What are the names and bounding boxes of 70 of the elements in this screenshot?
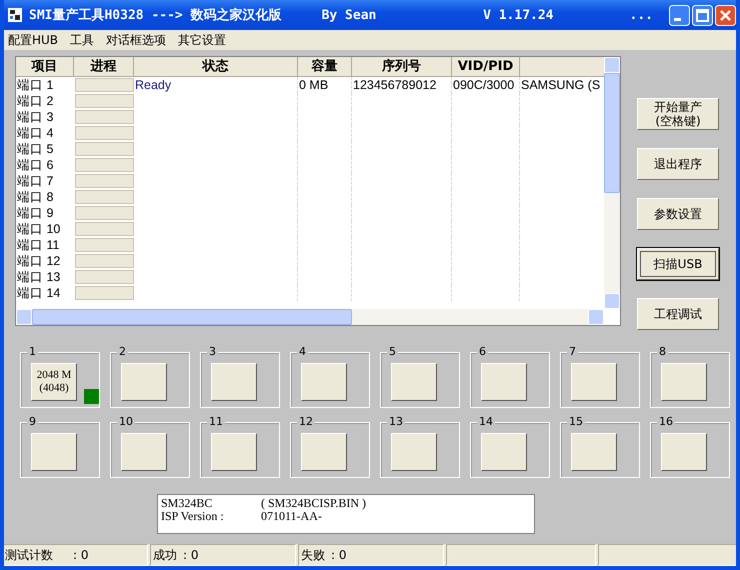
ellipsis-label: ... [630,8,653,22]
status-label: 失败 [301,546,325,564]
action-button[interactable]: 参数设置 [637,198,719,230]
menu-item[interactable]: 其它设置 [178,32,226,48]
port-button[interactable] [31,433,77,471]
status-label: 测试计数 [5,546,53,564]
table-cell: 0 MB [299,78,328,92]
status-label: 成功 [153,546,177,564]
table-cell-text: 端口 3 [16,109,54,125]
table-cell-text: 端口 7 [16,173,54,189]
port-button[interactable] [121,433,167,471]
status-value: : 0 [331,548,346,562]
column-header[interactable]: 进程 [74,57,134,77]
table-cell-text: 端口 10 [16,221,62,237]
author-label: By Sean [322,8,376,22]
version-label: V 1.17.24 [483,8,554,22]
table-cell-text: 端口 1 [16,77,54,93]
table-cell-text: 端口 12 [16,253,62,269]
menu-item[interactable]: 对话框选项 [106,32,166,48]
maximize-button[interactable] [692,4,713,26]
table-cell: Ready [135,78,172,92]
action-button[interactable]: 开始量产 (空格键) [637,98,719,130]
port-button[interactable] [301,363,347,401]
info-value: ( SM324BCISP.BIN ) [260,497,368,510]
window-title: SMI量产工具H0328 ---> 数码之家汉化版 [29,6,282,24]
port-button[interactable] [661,433,707,471]
table-cell: 090C/3000 [453,78,514,92]
column-header[interactable]: VID/PID [452,57,520,77]
table-cell-text: 端口 6 [16,157,54,173]
action-button[interactable]: 退出程序 [637,148,719,180]
status-value: : 0 [73,548,88,562]
port-button[interactable] [571,363,617,401]
port-button[interactable]: 2048 M (4048) [31,363,77,401]
table-cell-text: 端口 4 [16,125,54,141]
close-button[interactable] [715,4,736,26]
app-icon [7,7,23,23]
table-cell-text: 端口 8 [16,189,54,205]
table-cell: 123456789012 [353,78,436,92]
port-button[interactable] [391,363,437,401]
port-button[interactable] [481,363,527,401]
horizontal-scrollbar[interactable] [16,309,604,325]
info-label: ISP Version : [161,510,225,523]
column-header[interactable]: 状态 [134,57,298,77]
port-button[interactable] [121,363,167,401]
table-cell-text: 端口 5 [16,141,54,157]
table-cell-text: 端口 14 [16,285,62,301]
port-button[interactable] [481,433,527,471]
info-value: 071011-AA- [260,510,323,523]
status-value: : 0 [183,548,198,562]
table-cell: SAMSUNG (S [521,78,600,92]
action-button[interactable]: 扫描USB [637,248,719,280]
vertical-scrollbar[interactable] [604,57,620,309]
column-header[interactable]: 序列号 [352,57,452,77]
table-cell-text: 端口 2 [16,93,54,109]
port-button[interactable] [661,363,707,401]
info-label: SM324BC [161,497,214,510]
menu-item[interactable]: 配置HUB [8,32,58,48]
action-button[interactable]: 工程调试 [637,298,719,330]
table-cell-text: 端口 9 [16,205,54,221]
port-button[interactable] [571,433,617,471]
table-cell-text: 端口 13 [16,269,62,285]
minimize-button[interactable] [669,4,690,26]
table-cell-text: 端口 11 [16,237,60,253]
menu-item[interactable]: 工具 [70,32,94,48]
port-button[interactable] [211,363,257,401]
port-button[interactable] [391,433,437,471]
port-button[interactable] [301,433,347,471]
port-button[interactable] [211,433,257,471]
column-header[interactable]: 项目 [16,57,74,77]
column-header[interactable]: 容量 [298,57,352,77]
